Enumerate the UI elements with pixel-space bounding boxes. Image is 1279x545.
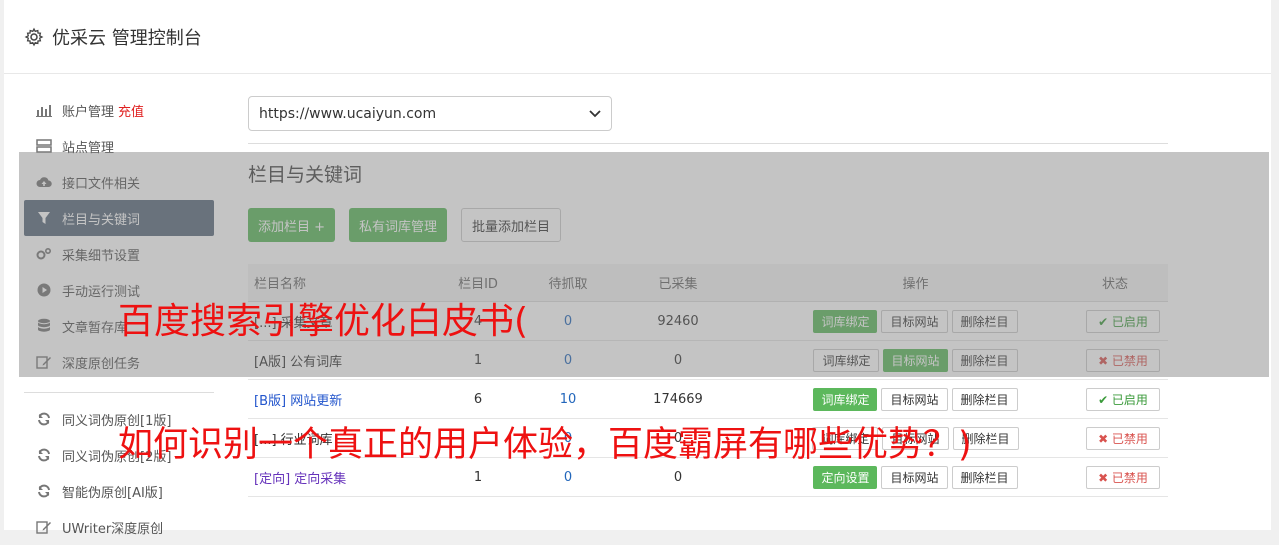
row-actions: 词库绑定 目标网站 删除栏目	[738, 387, 1033, 411]
sidebar-item-label: 深度原创任务	[62, 356, 141, 372]
status-cell: ✔ 已启用	[1033, 309, 1168, 333]
delete-column-button[interactable]: 删除栏目	[951, 309, 1018, 333]
target-site-button[interactable]: 目标网站	[883, 348, 948, 372]
sidebar-item-label: 栏目与关键词	[62, 212, 141, 228]
target-site-button[interactable]: 目标网站	[881, 309, 948, 333]
sidebar-item-label: 账户管理	[62, 104, 115, 120]
recharge-link[interactable]: 充值	[118, 101, 144, 120]
cloud-upload-icon	[36, 174, 52, 190]
col-header-waiting: 待抓取	[548, 277, 588, 292]
column-id: 6	[473, 391, 483, 407]
sidebar-item-deep-original[interactable]: 深度原创任务	[24, 344, 214, 380]
sidebar-item-columns-keywords[interactable]: 栏目与关键词	[24, 200, 214, 236]
delete-column-button[interactable]: 删除栏目	[951, 465, 1018, 489]
sidebar-item-ai-original[interactable]: 智能伪原创[AI版]	[24, 473, 214, 509]
chevron-down-icon	[589, 109, 601, 117]
header: 优采云 管理控制台	[4, 0, 1271, 74]
status-cell: ✖ 已禁用	[1033, 465, 1168, 489]
page-title: 优采云 管理控制台	[52, 27, 202, 49]
status-toggle-button[interactable]: ✔ 已启用	[1086, 309, 1160, 333]
col-header-collected: 已采集	[658, 277, 698, 292]
bar-chart-icon	[36, 102, 52, 118]
collected-count: 174669	[653, 391, 703, 407]
target-site-button[interactable]: 目标网站	[881, 387, 948, 411]
status-toggle-button[interactable]: ✖ 已禁用	[1086, 348, 1160, 372]
overlay-title-line2: 如何识别一个真正的用户体验，百度霸屏有哪些优势？)	[118, 425, 972, 465]
refresh-icon	[36, 447, 52, 463]
table-row: [B版] 网站更新 6 10 174669 词库绑定 目标网站 删除栏目 ✔ 已启用	[248, 380, 1168, 419]
status-toggle-button[interactable]: ✔ 已启用	[1086, 387, 1160, 411]
waiting-count: 0	[563, 313, 573, 329]
sidebar-item-sites[interactable]: 站点管理	[24, 128, 214, 164]
sidebar-item-interface-files[interactable]: 接口文件相关	[24, 164, 214, 200]
sidebar-item-collection-settings[interactable]: 采集细节设置	[24, 236, 214, 272]
toolbar: 添加栏目 + 私有词库管理 批量添加栏目	[248, 208, 562, 242]
waiting-count: 10	[559, 391, 577, 407]
col-header-name: 栏目名称	[254, 277, 307, 292]
main-content: https://www.ucaiyun.com 栏目与关键词 添加栏目 + 私有…	[248, 96, 1168, 497]
delete-column-button[interactable]: 删除栏目	[951, 387, 1018, 411]
collected-count: 0	[673, 352, 683, 368]
add-column-button[interactable]: 添加栏目 +	[248, 208, 336, 242]
edit-icon	[36, 519, 52, 535]
server-icon	[36, 138, 52, 154]
sidebar-item-uwriter[interactable]: UWriter深度原创	[24, 509, 214, 545]
overlay-title-line1: 百度搜索引擎优化白皮书(	[118, 301, 529, 342]
column-name[interactable]: [B版] 网站更新	[248, 390, 438, 409]
row-actions: 词库绑定 目标网站 删除栏目	[738, 309, 1033, 333]
site-select[interactable]: https://www.ucaiyun.com	[248, 96, 612, 131]
bind-lexicon-button[interactable]: 定向设置	[813, 465, 878, 489]
divider	[248, 143, 1168, 144]
batch-add-button[interactable]: 批量添加栏目	[461, 208, 562, 242]
cogs-icon	[36, 246, 52, 262]
gear-icon	[24, 27, 44, 46]
private-lib-button[interactable]: 私有词库管理	[349, 208, 448, 242]
waiting-count: 0	[563, 469, 573, 485]
database-icon	[36, 318, 52, 334]
section-title: 栏目与关键词	[248, 164, 363, 186]
target-site-button[interactable]: 目标网站	[881, 465, 948, 489]
collected-count: 92460	[657, 313, 699, 329]
column-id: 1	[473, 469, 483, 485]
filter-icon	[36, 210, 52, 226]
col-header-ops: 操作	[902, 277, 929, 292]
status-toggle-button[interactable]: ✖ 已禁用	[1086, 465, 1160, 489]
col-header-status: 状态	[1101, 277, 1128, 292]
table-row: [A版] 公有词库 1 0 0 词库绑定 目标网站 删除栏目 ✖ 已禁用	[248, 341, 1168, 380]
status-cell: ✖ 已禁用	[1033, 426, 1168, 450]
play-circle-icon	[36, 282, 52, 298]
sidebar-item-label: 采集细节设置	[62, 248, 141, 264]
refresh-icon	[36, 411, 52, 427]
waiting-count: 0	[563, 352, 573, 368]
sidebar-item-label: 智能伪原创[AI版]	[62, 485, 163, 501]
edit-icon	[36, 354, 52, 370]
sidebar-item-label: 接口文件相关	[62, 176, 141, 192]
col-header-id: 栏目ID	[458, 277, 498, 292]
bind-lexicon-button[interactable]: 词库绑定	[813, 309, 878, 333]
sidebar-item-label: UWriter深度原创	[62, 521, 164, 537]
status-cell: ✔ 已启用	[1033, 387, 1168, 411]
sidebar-item-account[interactable]: 账户管理 充值	[24, 92, 214, 128]
column-name[interactable]: [A版] 公有词库	[248, 351, 438, 370]
sidebar-divider	[24, 392, 214, 393]
column-name[interactable]: [定向] 定向采集	[248, 468, 438, 487]
column-id: 1	[473, 352, 483, 368]
status-cell: ✖ 已禁用	[1033, 348, 1168, 372]
bind-lexicon-button[interactable]: 词库绑定	[813, 348, 880, 372]
site-select-value: https://www.ucaiyun.com	[259, 105, 437, 122]
collected-count: 0	[673, 469, 683, 485]
row-actions: 词库绑定 目标网站 删除栏目	[738, 348, 1033, 372]
sidebar-item-label: 站点管理	[62, 140, 115, 156]
row-actions: 定向设置 目标网站 删除栏目	[738, 465, 1033, 489]
delete-column-button[interactable]: 删除栏目	[951, 348, 1018, 372]
refresh-icon	[36, 483, 52, 499]
status-toggle-button[interactable]: ✖ 已禁用	[1086, 426, 1160, 450]
bind-lexicon-button[interactable]: 词库绑定	[813, 387, 878, 411]
